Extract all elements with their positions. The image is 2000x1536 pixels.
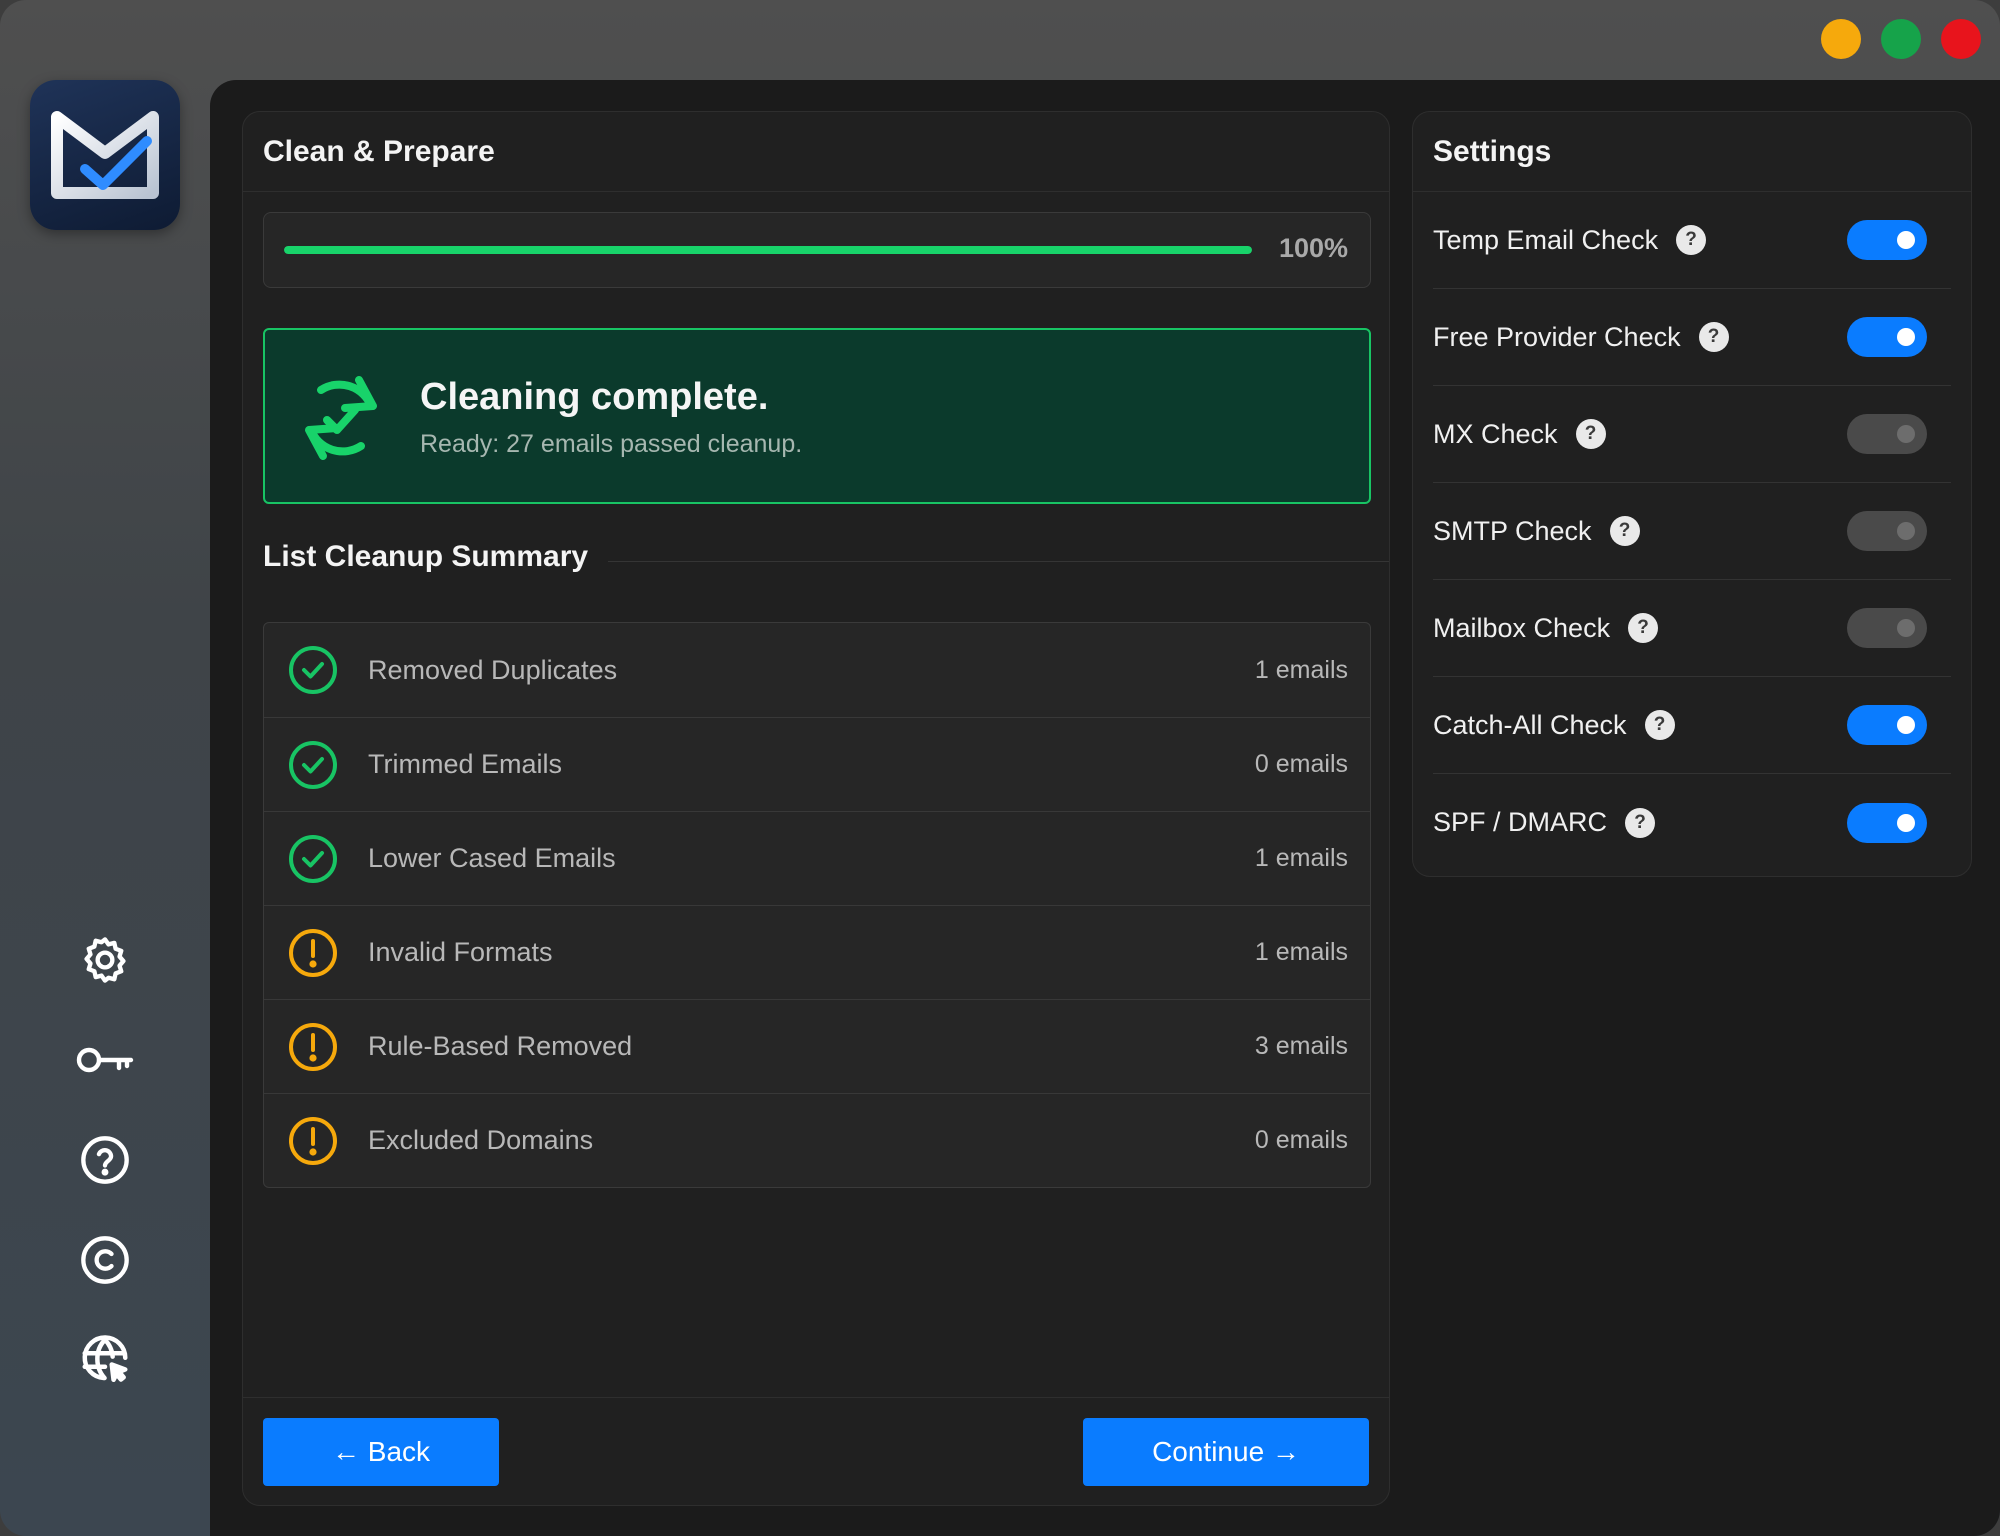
catch-all-check-toggle[interactable] [1847,705,1927,745]
status-title: Cleaning complete. [420,376,769,418]
content-area: Clean & Prepare 100% Cleaning complete. … [210,80,2000,1536]
check-circle-icon [289,646,337,694]
spf-dmarc-toggle[interactable] [1847,802,1927,843]
summary-count: 3 emails [1254,1032,1348,1060]
warning-circle-icon [289,1022,337,1071]
setting-mx-check: MX Check? [1433,386,1951,483]
summary-row: Excluded Domains 0 emails [264,1093,1370,1187]
setting-catch-all-check: Catch-All Check? [1433,677,1951,774]
summary-label: Lower Cased Emails [368,843,616,873]
help-icon[interactable]: ? [1676,225,1707,255]
summary-row: Trimmed Emails 0 emails [264,717,1370,811]
progress-box: 100% [263,212,1371,288]
mail-check-logo-icon[interactable] [30,80,180,230]
toggle-knob [1897,522,1915,540]
key-icon [76,1047,134,1073]
setting-free-provider-check: Free Provider Check? [1433,289,1951,386]
mx-check-toggle[interactable] [1847,414,1927,454]
help-icon[interactable]: ? [1575,419,1606,449]
footer-bar: ← Back Continue → [243,1397,1389,1505]
window-controls [1821,19,1981,59]
summary-label: Invalid Formats [368,937,553,967]
summary-count: 0 emails [1254,750,1348,778]
summary-label: Trimmed Emails [368,749,563,779]
setting-smtp-check: SMTP Check? [1433,483,1951,580]
sidebar-item-license[interactable] [70,1025,140,1095]
progress-bar [284,246,1252,254]
setting-label: Free Provider Check [1433,321,1681,352]
maximize-button[interactable] [1881,19,1921,59]
toggle-knob [1897,813,1915,832]
summary-count: 1 emails [1254,844,1348,872]
check-circle-icon [289,834,337,883]
toggle-knob [1897,425,1915,443]
setting-label: SPF / DMARC [1433,807,1608,837]
help-icon[interactable]: ? [1698,322,1729,352]
warning-circle-icon [289,928,337,977]
toggle-knob [1897,716,1915,734]
mailbox-check-toggle[interactable] [1847,608,1927,648]
gear-icon [84,937,126,983]
setting-label: Catch-All Check [1433,709,1627,740]
warning-circle-icon [289,1116,337,1165]
summary-label: Removed Duplicates [368,654,618,685]
setting-label: MX Check [1433,418,1558,449]
setting-label: SMTP Check [1433,515,1592,546]
summary-row: Removed Duplicates 1 emails [264,623,1370,717]
setting-temp-email-check: Temp Email Check? [1433,192,1951,289]
status-banner: Cleaning complete. Ready: 27 emails pass… [263,328,1371,504]
sidebar-item-copyright[interactable] [70,1225,140,1295]
setting-label: Temp Email Check [1433,224,1659,255]
settings-panel: Settings Temp Email Check? Free Provider … [1412,111,1972,877]
toggle-knob [1897,231,1915,249]
back-button[interactable]: ← Back [263,1418,499,1486]
temp-email-check-toggle[interactable] [1847,220,1927,260]
smtp-check-toggle[interactable] [1847,511,1927,551]
copyright-icon [81,1236,129,1284]
setting-label: Mailbox Check [1433,612,1611,643]
help-icon[interactable]: ? [1625,807,1656,838]
setting-spf-dmarc: SPF / DMARC? [1433,774,1951,871]
setting-mailbox-check: Mailbox Check? [1433,580,1951,677]
summary-row: Invalid Formats 1 emails [264,905,1370,999]
summary-count: 1 emails [1254,938,1348,966]
summary-count: 0 emails [1254,1126,1348,1154]
help-icon[interactable]: ? [1609,516,1640,546]
continue-button[interactable]: Continue → [1083,1418,1369,1486]
status-subtitle: Ready: 27 emails passed cleanup. [420,430,803,458]
free-provider-check-toggle[interactable] [1847,317,1927,357]
summary-label: Excluded Domains [368,1125,594,1155]
summary-row: Rule-Based Removed 3 emails [264,999,1370,1093]
toggle-knob [1897,619,1915,637]
close-button[interactable] [1941,19,1981,59]
sidebar-item-settings[interactable] [70,925,140,995]
question-circle-icon [81,1136,129,1184]
check-circle-icon [289,740,337,789]
toggle-knob [1897,328,1915,346]
summary-list: Removed Duplicates 1 emails Trimmed Emails… [263,622,1371,1188]
sidebar-item-website[interactable] [70,1325,140,1395]
summary-title: List Cleanup Summary [263,540,609,574]
page-title: Clean & Prepare [243,112,1389,192]
summary-count: 1 emails [1254,655,1348,684]
minimize-button[interactable] [1821,19,1861,59]
help-icon[interactable]: ? [1628,613,1659,643]
settings-title: Settings [1413,112,1971,192]
sidebar-item-help[interactable] [70,1125,140,1195]
help-icon[interactable]: ? [1644,710,1675,740]
settings-list: Temp Email Check? Free Provider Check? MX … [1413,192,1971,871]
refresh-check-icon [305,376,377,460]
progress-percentage: 100% [1278,233,1348,263]
globe-cursor-icon [82,1335,128,1383]
summary-label: Rule-Based Removed [368,1031,633,1061]
summary-row: Lower Cased Emails 1 emails [264,811,1370,905]
clean-prepare-panel: Clean & Prepare 100% Cleaning complete. … [242,111,1390,1506]
app-window: Clean & Prepare 100% Cleaning complete. … [0,0,2000,1536]
sidebar [0,0,210,1536]
progress-fill [284,246,1252,254]
